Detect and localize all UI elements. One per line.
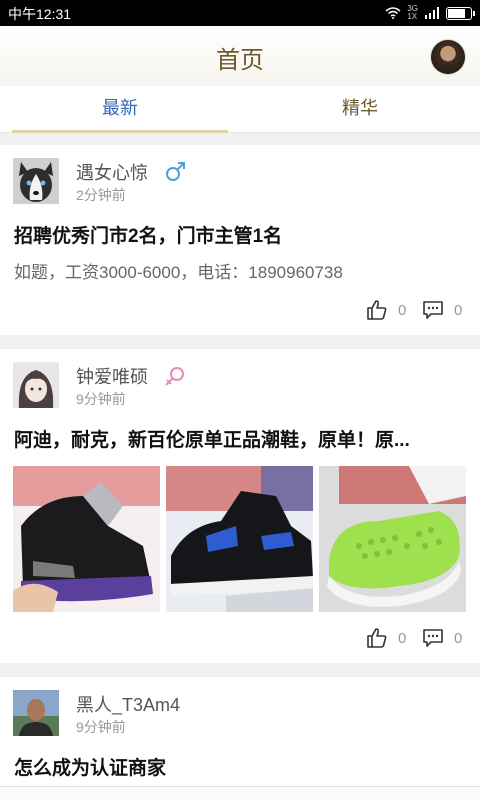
like-count: 0 — [398, 301, 407, 319]
black-blue-sneaker-photo — [166, 466, 313, 612]
like-count: 0 — [398, 629, 407, 647]
active-tab-indicator — [12, 130, 228, 133]
comment-count: 0 — [454, 301, 463, 319]
page-title: 首页 — [216, 47, 264, 74]
comment-icon — [423, 629, 443, 647]
app-header: 首页 — [0, 26, 480, 86]
post-author-name[interactable]: 钟爱唯硕 — [76, 363, 148, 389]
girl-avatar-icon — [13, 362, 59, 408]
comment-action[interactable]: 0 — [422, 299, 462, 321]
post-time: 9分钟前 — [76, 719, 126, 735]
husky-avatar-icon — [13, 158, 59, 204]
post-author-name[interactable]: 黑人_T3Am4 — [76, 691, 180, 717]
post-image-2[interactable] — [166, 466, 313, 612]
man-avatar-icon — [13, 690, 59, 736]
post-title[interactable]: 招聘优秀门市2名，门市主管1名 — [14, 221, 282, 248]
comment-icon — [423, 301, 443, 319]
post-body: 如题，工资3000-6000，电话：1890960738 — [14, 263, 343, 282]
battery-level — [448, 8, 465, 18]
post-time: 9分钟前 — [76, 391, 126, 407]
comment-count: 0 — [454, 629, 463, 647]
post-card[interactable]: 钟爱唯硕 9分钟前 阿迪，耐克，新百伦原单正品潮鞋，原单！原... 0 0 — [0, 349, 480, 663]
tab-latest[interactable]: 最新 — [0, 86, 240, 132]
signal-icon — [425, 7, 439, 19]
post-image-row — [13, 466, 466, 612]
female-gender-icon — [165, 367, 184, 386]
network-type: 3G 1X — [407, 4, 418, 21]
post-card[interactable]: 黑人_T3Am4 9分钟前 怎么成为认证商家 — [0, 677, 480, 786]
post-author-avatar[interactable] — [13, 362, 59, 408]
status-bar: 中午12:31 3G 1X — [0, 0, 480, 26]
user-avatar-button[interactable] — [430, 39, 466, 75]
thumbs-up-icon — [367, 628, 387, 648]
status-icons: 3G 1X — [385, 4, 475, 21]
post-author-avatar[interactable] — [13, 690, 59, 736]
post-author-name[interactable]: 遇女心惊 — [76, 159, 148, 185]
tab-featured[interactable]: 精华 — [240, 86, 480, 132]
bottom-navigation-bar[interactable] — [0, 786, 480, 801]
post-title[interactable]: 怎么成为认证商家 — [14, 753, 166, 780]
male-gender-icon — [166, 162, 185, 181]
post-image-3[interactable] — [319, 466, 466, 612]
like-action[interactable]: 0 — [366, 299, 406, 321]
wifi-icon — [385, 7, 401, 19]
black-purple-sneaker-photo — [13, 466, 160, 612]
post-time: 2分钟前 — [76, 187, 126, 203]
post-image-1[interactable] — [13, 466, 160, 612]
tab-bar: 最新 精华 — [0, 86, 480, 133]
post-card[interactable]: 遇女心惊 2分钟前 招聘优秀门市2名，门市主管1名 如题，工资3000-6000… — [0, 145, 480, 335]
post-author-avatar[interactable] — [13, 158, 59, 204]
like-action[interactable]: 0 — [366, 627, 406, 649]
green-slipper-photo — [319, 466, 466, 612]
battery-icon — [446, 6, 475, 20]
thumbs-up-icon — [367, 300, 387, 320]
status-time: 中午12:31 — [8, 6, 72, 22]
post-title[interactable]: 阿迪，耐克，新百伦原单正品潮鞋，原单！原... — [14, 425, 410, 452]
comment-action[interactable]: 0 — [422, 627, 462, 649]
